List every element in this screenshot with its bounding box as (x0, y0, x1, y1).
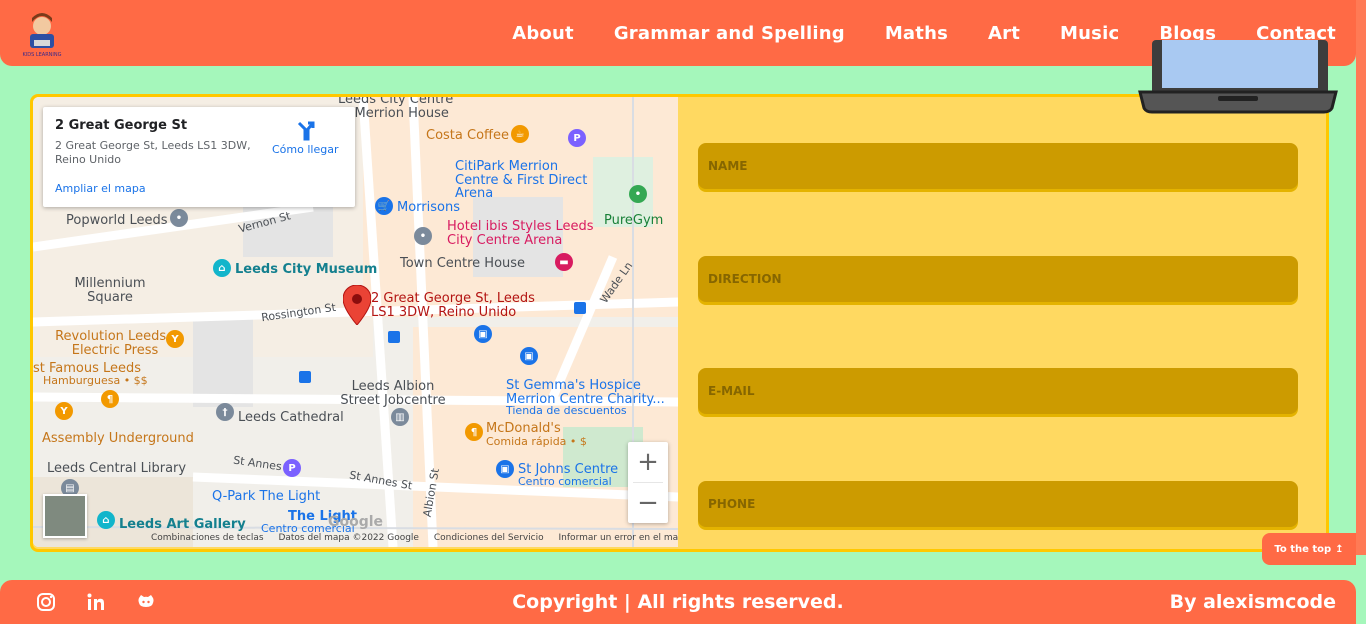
map-label-stgemma[interactable]: St Gemma's Hospice Merrion Centre Charit… (506, 379, 666, 406)
to-top-label: To the top (1274, 543, 1332, 555)
red-location-pin-icon[interactable] (343, 285, 371, 325)
shopping-bag-icon: ▣ (474, 325, 492, 343)
map-label-morrisons[interactable]: Morrisons (397, 201, 460, 215)
map-label-mcdonalds-sub: Comida rápida • $ (486, 435, 587, 448)
logo-text: KIDS LEARNING (22, 52, 61, 58)
map-data-text: Datos del mapa ©2022 Google (278, 533, 419, 543)
map-label-town-centre[interactable]: Town Centre House (400, 257, 525, 271)
to-top-button[interactable]: To the top ↥ (1262, 533, 1356, 565)
directions-icon[interactable] (295, 119, 317, 141)
map-label-puregym[interactable]: PureGym (604, 214, 663, 228)
map-label-popworld[interactable]: Popworld Leeds (66, 214, 168, 228)
enlarge-map-link[interactable]: Ampliar el mapa (55, 182, 146, 195)
restaurant-icon: ¶ (101, 390, 119, 408)
zoom-control: + − (628, 442, 668, 523)
gym-pin-icon: • (629, 185, 647, 203)
map-info-card: 2 Great George St 2 Great George St, Lee… (43, 107, 355, 207)
parking-icon: P (568, 129, 586, 147)
scrollbar-thumb[interactable] (1356, 0, 1366, 555)
government-icon: ▥ (391, 408, 409, 426)
shopping-bag-icon-2: ▣ (520, 347, 538, 365)
map-info-address: 2 Great George St, Leeds LS1 3DW, Reino … (55, 139, 251, 166)
google-watermark: Google (328, 514, 384, 530)
map-label-art-gallery[interactable]: Leeds Art Gallery (119, 518, 246, 532)
museum-icon: ⌂ (213, 259, 231, 277)
author-text: By alexismcode (1169, 591, 1336, 613)
map-label-cathedral[interactable]: Leeds Cathedral (238, 411, 344, 425)
map-label-albion-job[interactable]: Leeds Albion Street Jobcentre (333, 380, 453, 407)
gallery-icon: ⌂ (97, 511, 115, 529)
church-icon: † (216, 403, 234, 421)
nav-music[interactable]: Music (1060, 23, 1119, 44)
map-label-millennium[interactable]: Millennium Square (70, 277, 150, 304)
map-attribution: Combinaciones de teclas Datos del mapa ©… (151, 533, 678, 543)
keyboard-shortcuts-link[interactable]: Combinaciones de teclas (151, 533, 264, 543)
hotel-icon: ▬ (555, 253, 573, 271)
zoom-in-button[interactable]: + (628, 442, 668, 482)
location-marker-icon: • (170, 209, 188, 227)
email-field[interactable] (698, 368, 1298, 414)
phone-field[interactable] (698, 481, 1298, 527)
map-label-citipark[interactable]: CitiPark Merrion Centre & First Direct A… (455, 160, 605, 201)
map-label-assembly[interactable]: Assembly Underground (42, 432, 194, 446)
shopping-cart-icon: 🛒 (375, 197, 393, 215)
bus-stop-icon (388, 331, 400, 343)
bar-icon: Y (166, 330, 184, 348)
map-label-museum[interactable]: Leeds City Museum (235, 263, 377, 277)
bus-stop-icon-3 (574, 302, 586, 314)
directions-link[interactable]: Cómo llegar (272, 143, 338, 156)
terms-link[interactable]: Condiciones del Servicio (434, 533, 544, 543)
location-marker-icon-2: • (414, 227, 432, 245)
footer: Copyright | All rights reserved. By alex… (0, 580, 1356, 624)
restaurant-icon-2: ¶ (465, 423, 483, 441)
google-map[interactable]: Leeds City Centre b, Merrion House Costa… (33, 97, 678, 547)
map-label-ibis[interactable]: Hotel ibis Styles Leeds City Centre Aren… (447, 220, 597, 247)
nav-maths[interactable]: Maths (885, 23, 948, 44)
direction-field[interactable] (698, 256, 1298, 302)
report-error-link[interactable]: Informar un error en el mapa (559, 533, 678, 543)
cafe-icon: ☕ (511, 125, 529, 143)
copyright-text: Copyright | All rights reserved. (512, 591, 844, 613)
map-label-revolution[interactable]: Revolution Leeds - Electric Press (55, 330, 175, 357)
map-label-library[interactable]: Leeds Central Library (47, 462, 186, 476)
arrow-up-icon: ↥ (1335, 543, 1344, 555)
laptop-icon (1138, 40, 1338, 114)
satellite-toggle[interactable] (43, 494, 87, 538)
map-label-stjohns-sub: Centro comercial (518, 475, 612, 488)
map-label-famous-sub: Hamburguesa • $$ (43, 374, 148, 387)
map-label-qpark[interactable]: Q-Park The Light (212, 490, 320, 504)
scrollbar-track[interactable] (1356, 0, 1366, 624)
map-label-stgemma-sub: Tienda de descuentos (506, 404, 627, 417)
map-info-title: 2 Great George St (55, 118, 188, 133)
map-pin-label[interactable]: 2 Great George St, Leeds LS1 3DW, Reino … (371, 292, 541, 319)
map-label-costa[interactable]: Costa Coffee (426, 129, 509, 143)
nav-art[interactable]: Art (988, 23, 1020, 44)
nav-grammar[interactable]: Grammar and Spelling (614, 23, 845, 44)
bar-icon-2: Y (55, 402, 73, 420)
name-field[interactable] (698, 143, 1298, 189)
nav-about[interactable]: About (512, 23, 574, 44)
bus-stop-icon-2 (299, 371, 311, 383)
parking-icon-2: P (283, 459, 301, 477)
map-label-mcdonalds[interactable]: McDonald's (486, 422, 561, 436)
shopping-bag-icon-3: ▣ (496, 460, 514, 478)
logo-icon[interactable]: KIDS LEARNING (16, 6, 68, 58)
zoom-out-button[interactable]: − (628, 483, 668, 523)
